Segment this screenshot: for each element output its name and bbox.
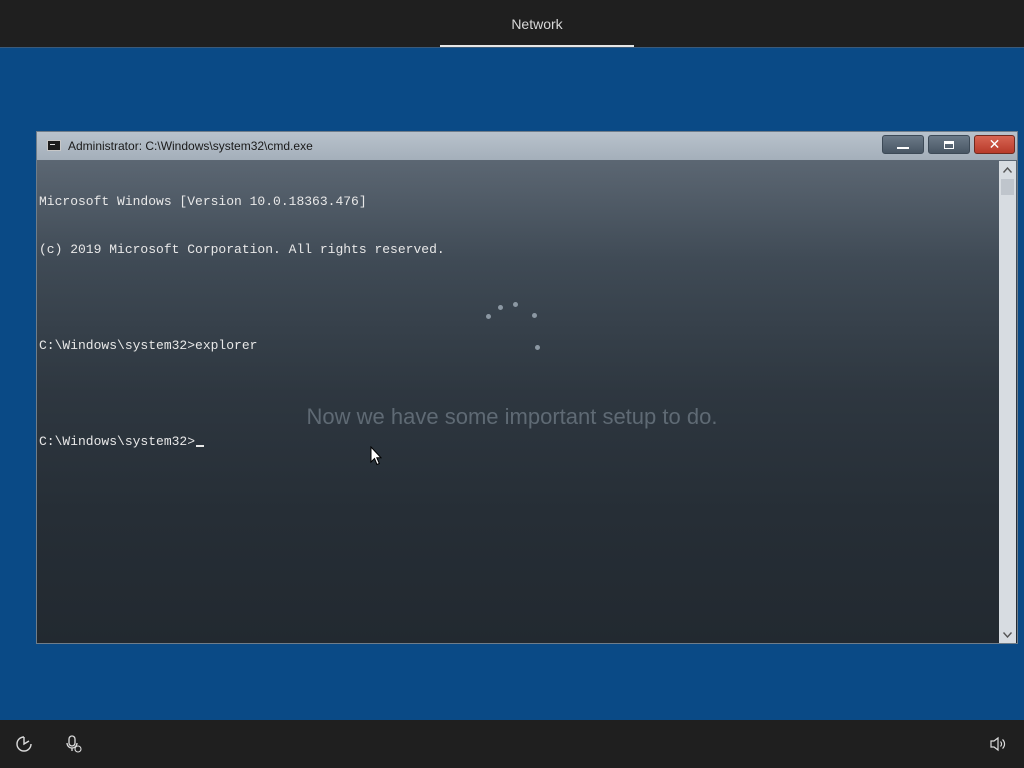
text-cursor: [196, 445, 205, 447]
tab-network[interactable]: Network: [440, 0, 634, 47]
close-icon: ✕: [988, 136, 1001, 153]
cmd-window-title: Administrator: C:\Windows\system32\cmd.e…: [68, 139, 313, 153]
volume-icon: [990, 736, 1006, 752]
cmd-window[interactable]: Administrator: C:\Windows\system32\cmd.e…: [36, 131, 1018, 644]
setup-status-text: Now we have some important setup to do.: [306, 404, 718, 429]
cmd-titlebar[interactable]: Administrator: C:\Windows\system32\cmd.e…: [37, 132, 1017, 160]
close-button[interactable]: ✕: [974, 135, 1015, 154]
minimize-icon: [897, 146, 909, 149]
cmd-app-icon[interactable]: [47, 140, 61, 151]
ease-of-access-icon: [16, 736, 32, 752]
spinner-dot: [486, 314, 491, 319]
oobe-screen: Network Administrator: C:\Windows\system…: [0, 0, 1024, 768]
console-line: C:\Windows\system32>explorer: [39, 338, 258, 353]
cmd-console-output[interactable]: Microsoft Windows [Version 10.0.18363.47…: [39, 162, 997, 640]
scroll-down-button[interactable]: [999, 626, 1016, 643]
vertical-scrollbar[interactable]: [999, 161, 1016, 643]
top-bar: Network: [0, 0, 1024, 48]
microphone-icon: [66, 735, 82, 753]
bottom-bar: [0, 720, 1024, 768]
scrollbar-thumb[interactable]: [1001, 179, 1014, 195]
minimize-button[interactable]: [882, 135, 924, 154]
mouse-pointer-icon: [370, 446, 382, 466]
spinner-dot: [498, 305, 503, 310]
chevron-down-icon: [1003, 631, 1012, 638]
console-line: (c) 2019 Microsoft Corporation. All righ…: [39, 242, 445, 257]
maximize-button[interactable]: [928, 135, 970, 154]
maximize-icon: [944, 140, 954, 149]
volume-button[interactable]: [986, 732, 1010, 756]
console-prompt: C:\Windows\system32>: [39, 434, 196, 449]
spinner-dot: [532, 313, 537, 318]
spinner-dot: [513, 302, 518, 307]
chevron-up-icon: [1003, 166, 1012, 173]
console-prompt-line[interactable]: C:\Windows\system32>: [39, 434, 997, 450]
console-line: Microsoft Windows [Version 10.0.18363.47…: [39, 194, 367, 209]
microphone-button[interactable]: [61, 732, 85, 756]
ease-of-access-button[interactable]: [12, 732, 36, 756]
spinner-dot: [535, 345, 540, 350]
scroll-up-button[interactable]: [999, 161, 1016, 178]
